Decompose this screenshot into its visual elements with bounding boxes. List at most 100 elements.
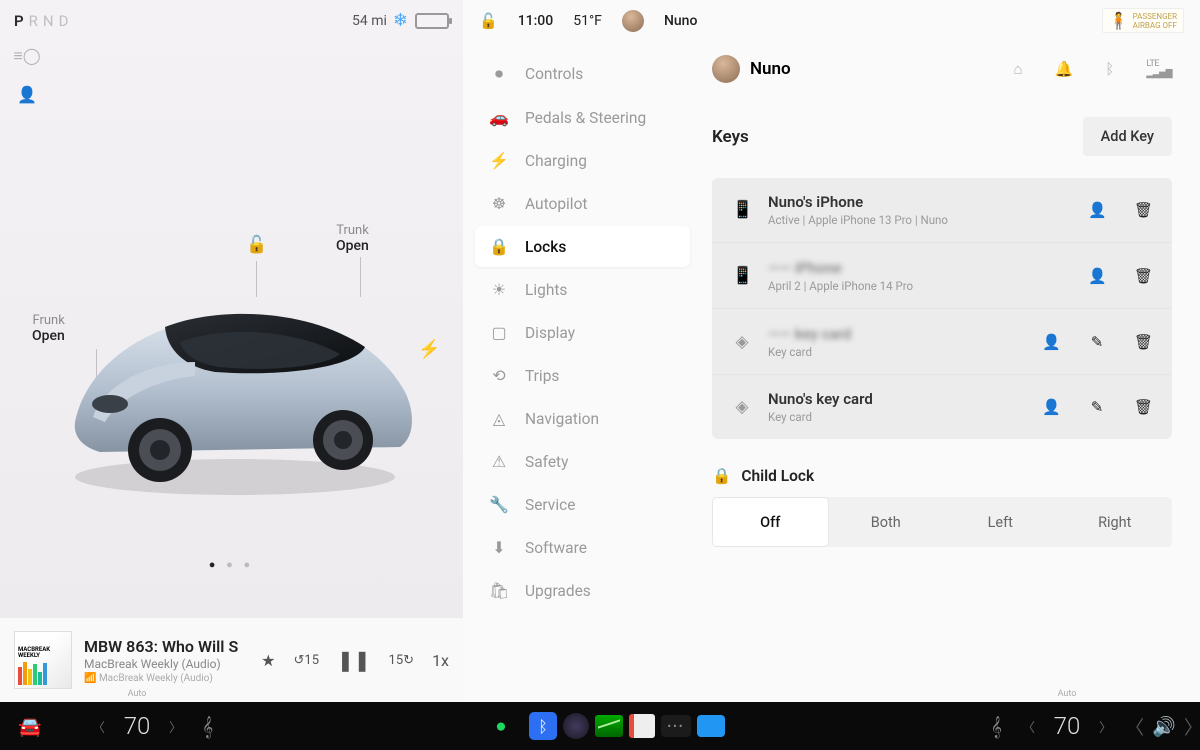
child-lock-option-left[interactable]: Left: [943, 497, 1058, 547]
dashcam-icon[interactable]: [563, 702, 589, 750]
driver-temp[interactable]: Auto 〈 70 〉: [88, 702, 186, 750]
key-type-icon: 📱: [732, 200, 752, 220]
bluetooth-icon[interactable]: ᛒ: [1105, 60, 1114, 78]
airbag-status: 🧍 PASSENGERAIRBAG OFF: [1102, 8, 1184, 33]
sidebar-label: Upgrades: [525, 582, 591, 600]
unlock-icon[interactable]: 🔓: [246, 235, 267, 255]
sidebar-item-display[interactable]: ▢Display: [475, 312, 690, 353]
spotify-icon[interactable]: ●: [479, 702, 523, 750]
key-name: Nuno's key card: [768, 390, 1026, 408]
stocks-icon[interactable]: [595, 702, 623, 750]
profile-name[interactable]: Nuno: [664, 13, 697, 29]
sidebar-item-upgrades[interactable]: 🛍Upgrades: [475, 570, 690, 611]
sidebar-icon: ⏺: [489, 64, 509, 84]
bottom-dock: 🚘 Auto 〈 70 〉 𝄞 ● ᛒ ••• 𝄞 Auto 〈 70 〉 〈🔊…: [0, 702, 1200, 750]
bluetooth-app-icon[interactable]: ᛒ: [529, 702, 557, 750]
sidebar-icon: ⟲: [489, 366, 509, 385]
child-lock-segmented: OffBothLeftRight: [712, 497, 1172, 547]
key-delete-icon[interactable]: 🗑: [1134, 398, 1152, 416]
profile-avatar-icon[interactable]: [622, 10, 644, 32]
sidebar-label: Lights: [525, 281, 567, 299]
temp-down-icon[interactable]: 〈: [88, 717, 109, 736]
key-delete-icon[interactable]: 🗑: [1134, 267, 1152, 285]
media-player[interactable]: MACBREAK WEEKLY MBW 863: Who Will S MacB…: [0, 618, 463, 702]
page-dots[interactable]: ● ● ●: [0, 558, 463, 571]
lock-status-icon[interactable]: 🔓: [479, 12, 498, 30]
temp-down-icon[interactable]: 〈: [1018, 717, 1039, 736]
key-delete-icon[interactable]: 🗑: [1134, 333, 1152, 351]
more-apps-icon[interactable]: •••: [661, 702, 691, 750]
sidebar-item-trips[interactable]: ⟲ Trips: [475, 355, 690, 396]
sidebar-item-pedals-steering[interactable]: 🚗Pedals & Steering: [475, 97, 690, 138]
media-artwork: MACBREAK WEEKLY: [14, 631, 72, 689]
key-subtext: Key card: [768, 410, 1026, 424]
sidebar-label: Safety: [525, 453, 568, 471]
key-user-icon[interactable]: 👤: [1088, 267, 1106, 285]
key-user-icon[interactable]: 👤: [1042, 333, 1060, 351]
driver-seat-heat-icon[interactable]: 𝄞: [192, 702, 223, 750]
sidebar-label: Controls: [525, 65, 583, 83]
sidebar-item-software[interactable]: ⬇Software: [475, 527, 690, 568]
rewind-15-icon[interactable]: ↺15: [294, 653, 320, 668]
status-bar: 🔓 11:00 51°F Nuno 🧍 PASSENGERAIRBAG OFF: [463, 0, 1200, 37]
sidebar-item-navigation[interactable]: ◬Navigation: [475, 398, 690, 439]
notifications-icon[interactable]: 🔔: [1055, 60, 1074, 78]
child-lock-option-right[interactable]: Right: [1058, 497, 1173, 547]
profile-name[interactable]: Nuno: [750, 59, 791, 79]
battery-icon: [415, 13, 449, 29]
profile-avatar-icon[interactable]: [712, 55, 740, 83]
sidebar-item-safety[interactable]: ⚠Safety: [475, 441, 690, 482]
sidebar-label: Autopilot: [525, 195, 587, 213]
outside-temp: 51°F: [573, 13, 602, 29]
homelink-icon[interactable]: ⌂: [1014, 60, 1023, 78]
sidebar-icon: 🚗: [489, 108, 509, 127]
passenger-seat-heat-icon[interactable]: 𝄞: [981, 702, 1012, 750]
key-user-icon[interactable]: 👤: [1042, 398, 1060, 416]
key-row[interactable]: 📱Nuno's iPhoneActive | Apple iPhone 13 P…: [712, 178, 1172, 242]
key-subtext: Key card: [768, 345, 1026, 359]
key-row[interactable]: 📱—— iPhoneApril 2 | Apple iPhone 14 Pro👤…: [712, 242, 1172, 308]
passenger-temp[interactable]: Auto 〈 70 〉: [1018, 702, 1116, 750]
car-icon[interactable]: 🚘: [8, 702, 52, 750]
child-lock-option-off[interactable]: Off: [712, 497, 829, 547]
key-row[interactable]: ◈Nuno's key cardKey card👤✎🗑: [712, 374, 1172, 439]
add-key-button[interactable]: Add Key: [1083, 117, 1172, 156]
sidebar-item-controls[interactable]: ⏺ Controls: [475, 53, 690, 95]
forward-15-icon[interactable]: 15↻: [389, 653, 415, 668]
sidebar-label: Charging: [525, 152, 587, 170]
key-edit-icon[interactable]: ✎: [1088, 398, 1106, 416]
playback-speed[interactable]: 1x: [432, 651, 449, 670]
section-title: Keys: [712, 127, 749, 147]
trunk-label[interactable]: Trunk Open: [336, 223, 369, 254]
vehicle-render[interactable]: 🔓 Trunk Open Frunk Open ⚡: [0, 37, 463, 702]
child-lock-icon: 🔒: [712, 467, 731, 485]
snowflake-icon: ❄: [393, 10, 411, 31]
sidebar-item-autopilot[interactable]: ☸Autopilot: [475, 183, 690, 224]
sidebar-label: Trips: [525, 367, 559, 385]
sidebar-item-lights[interactable]: ☀Lights: [475, 269, 690, 310]
sidebar-item-locks[interactable]: 🔒Locks: [475, 226, 690, 267]
media-title: MBW 863: Who Will S: [84, 637, 249, 656]
car-model-render: [55, 272, 425, 502]
key-delete-icon[interactable]: 🗑: [1134, 201, 1152, 219]
sidebar-item-service[interactable]: 🔧Service: [475, 484, 690, 525]
key-name: —— key card: [768, 325, 851, 343]
radio-icon[interactable]: [629, 702, 655, 750]
key-type-icon: ◈: [732, 332, 752, 352]
temp-up-icon[interactable]: 〉: [1095, 717, 1116, 736]
range-remaining: 54 mi: [352, 13, 387, 29]
key-user-icon[interactable]: 👤: [1088, 201, 1106, 219]
sidebar-item-charging[interactable]: ⚡Charging: [475, 140, 690, 181]
sidebar-icon: 🔒: [489, 237, 509, 256]
pause-icon[interactable]: ❚❚: [337, 648, 371, 672]
temp-up-icon[interactable]: 〉: [165, 717, 186, 736]
key-edit-icon[interactable]: ✎: [1088, 333, 1106, 351]
key-row[interactable]: ◈ —— key card Key card 👤 ✎ 🗑: [712, 308, 1172, 374]
media-info[interactable]: MBW 863: Who Will S MacBreak Weekly (Aud…: [84, 637, 249, 684]
favorite-icon[interactable]: ★: [261, 651, 275, 670]
messages-icon[interactable]: [697, 702, 725, 750]
child-lock-option-both[interactable]: Both: [829, 497, 944, 547]
sidebar-label: Service: [525, 496, 575, 514]
volume-icon[interactable]: 〈🔊〉: [1142, 702, 1186, 750]
media-subtitle: MacBreak Weekly (Audio): [84, 657, 249, 671]
